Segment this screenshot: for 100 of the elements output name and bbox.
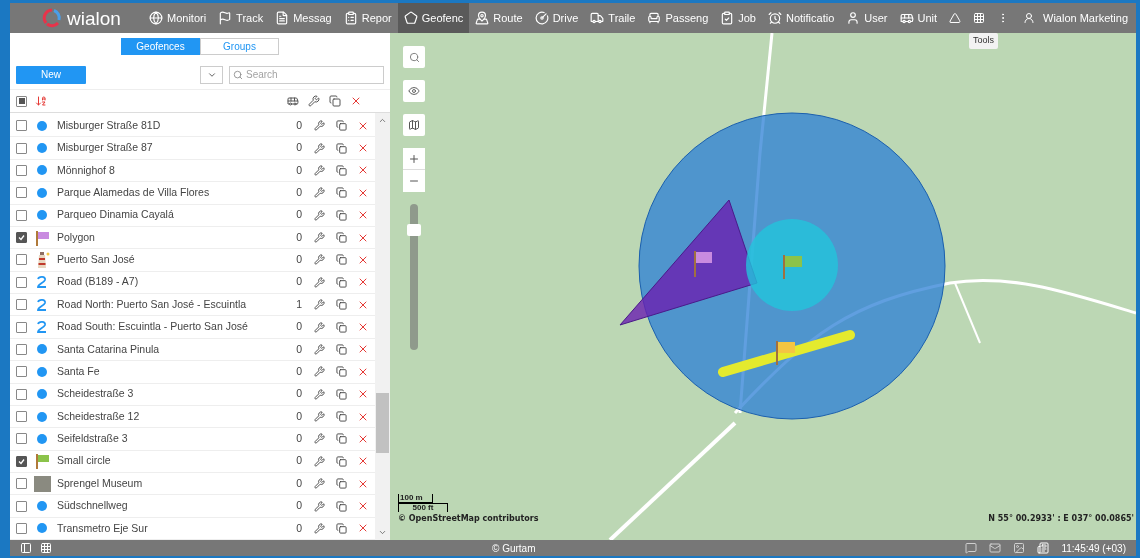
checkbox[interactable] [16, 232, 27, 244]
search-button[interactable] [403, 46, 425, 68]
geofence-name[interactable]: Small circle [57, 453, 111, 470]
message-icon[interactable] [965, 542, 978, 554]
nav-tab[interactable]: User [840, 3, 894, 33]
visibility-button[interactable] [403, 80, 425, 102]
nav-tab[interactable]: Geofenc [397, 3, 470, 33]
copy-icon[interactable] [336, 187, 347, 199]
nav-tab[interactable]: Track [212, 3, 270, 33]
copy-icon[interactable] [336, 433, 347, 445]
map-layers-button[interactable] [403, 114, 425, 136]
geofence-name[interactable]: Polygon [57, 229, 95, 246]
checkbox[interactable] [16, 321, 27, 333]
geofence-name[interactable]: Santa Catarina Pinula [57, 341, 160, 358]
checkbox[interactable] [16, 500, 27, 512]
checkbox[interactable] [16, 164, 27, 176]
copy-icon[interactable] [336, 366, 347, 378]
zoom-out-button[interactable] [403, 170, 425, 192]
geofence-name[interactable]: Parqueo Dinamia Cayalá [57, 207, 174, 224]
checkbox[interactable] [16, 142, 27, 154]
nav-tab[interactable]: Route [469, 3, 529, 33]
zoom-slider-thumb[interactable] [407, 224, 421, 237]
copy-icon[interactable] [336, 522, 347, 534]
mail-icon[interactable] [989, 542, 1002, 554]
nav-tab[interactable]: Monitori [143, 3, 213, 33]
checkbox[interactable] [16, 433, 27, 445]
geofence-name[interactable]: Puerto San José [57, 252, 135, 268]
checkbox[interactable] [16, 120, 27, 132]
sort-icon[interactable] [35, 95, 47, 107]
edit-icon[interactable] [314, 187, 325, 199]
copy-icon[interactable] [336, 388, 347, 400]
checkbox[interactable] [16, 455, 27, 467]
copy-icon[interactable] [336, 254, 347, 266]
edit-icon[interactable] [314, 366, 325, 378]
edit-icon[interactable] [314, 455, 325, 467]
edit-icon[interactable] [314, 209, 325, 221]
copy-icon[interactable] [336, 321, 347, 333]
nav-tab[interactable]: Drive [528, 3, 585, 33]
copy-icon[interactable] [336, 299, 347, 311]
edit-icon[interactable] [314, 164, 325, 176]
checkbox[interactable] [16, 299, 27, 311]
nav-tab[interactable]: Job [714, 3, 762, 33]
checkbox[interactable] [16, 522, 27, 534]
copy-icon[interactable] [336, 500, 347, 512]
edit-icon[interactable] [314, 120, 325, 132]
newspaper-icon[interactable] [1037, 542, 1050, 554]
user-icon[interactable] [1023, 11, 1036, 25]
edit-icon[interactable] [314, 388, 325, 400]
geofence-name[interactable]: Misburger Straße 87 [57, 140, 153, 156]
copy-icon[interactable] [336, 343, 347, 355]
nav-tab[interactable]: Notificatio [762, 3, 841, 33]
geofence-name[interactable]: Sprengel Museum [57, 475, 143, 492]
zoom-slider[interactable] [410, 204, 418, 350]
zoom-in-button[interactable] [403, 148, 425, 170]
geofence-name[interactable]: Scheidestraße 12 [57, 408, 140, 425]
geofence-name[interactable]: Road North: Puerto San José - Escuintla [57, 296, 247, 313]
geofence-name[interactable]: Santa Fe [57, 363, 100, 380]
edit-icon[interactable] [314, 254, 325, 266]
checkbox[interactable] [16, 276, 27, 288]
edit-icon[interactable] [314, 433, 325, 445]
scrollbar-thumb[interactable] [376, 393, 389, 453]
checkbox[interactable] [16, 478, 27, 490]
checkbox[interactable] [16, 343, 27, 355]
map-attribution[interactable]: © OpenStreetMap contributors [398, 513, 539, 525]
search-field[interactable]: Search [229, 65, 384, 84]
checkbox[interactable] [16, 95, 27, 107]
copy-icon[interactable] [336, 232, 347, 244]
geofence-name[interactable]: Road South: Escuintla - Puerto San José [57, 319, 248, 335]
geofence-name[interactable]: Mönnighof 8 [57, 162, 115, 179]
edit-icon[interactable] [314, 321, 325, 333]
copy-icon[interactable] [336, 120, 347, 132]
nav-tab[interactable]: Passeng [641, 3, 715, 33]
edit-icon[interactable] [314, 232, 325, 244]
nav-tab[interactable]: Traile [584, 3, 642, 33]
edit-icon[interactable] [314, 299, 325, 311]
edit-icon[interactable] [314, 500, 325, 512]
nav-tab[interactable]: Unit [893, 3, 944, 33]
copy-icon[interactable] [336, 455, 347, 467]
image-icon[interactable] [1013, 542, 1026, 554]
copy-icon[interactable] [336, 209, 347, 221]
copy-icon[interactable] [336, 478, 347, 490]
geofence-name[interactable]: Road (B189 - A7) [57, 274, 139, 291]
copy-icon[interactable] [336, 142, 347, 154]
grid-icon[interactable] [40, 542, 52, 554]
checkbox[interactable] [16, 411, 27, 423]
user-menu[interactable]: Wialon Marketing [1043, 9, 1136, 27]
copy-icon[interactable] [336, 164, 347, 176]
edit-icon[interactable] [314, 411, 325, 423]
checkbox[interactable] [16, 187, 27, 199]
checkbox[interactable] [16, 366, 27, 378]
edit-icon[interactable] [314, 343, 325, 355]
geofence-name[interactable]: Transmetro Eje Sur [57, 520, 148, 537]
edit-icon[interactable] [314, 142, 325, 154]
checkbox[interactable] [16, 388, 27, 400]
copy-icon[interactable] [336, 276, 347, 288]
nav-tab[interactable]: Messag [269, 3, 338, 33]
copy-icon[interactable] [336, 411, 347, 423]
checkbox[interactable] [16, 254, 27, 266]
geofence-name[interactable]: Parque Alamedas de Villa Flores [57, 184, 210, 201]
edit-icon[interactable] [314, 478, 325, 490]
